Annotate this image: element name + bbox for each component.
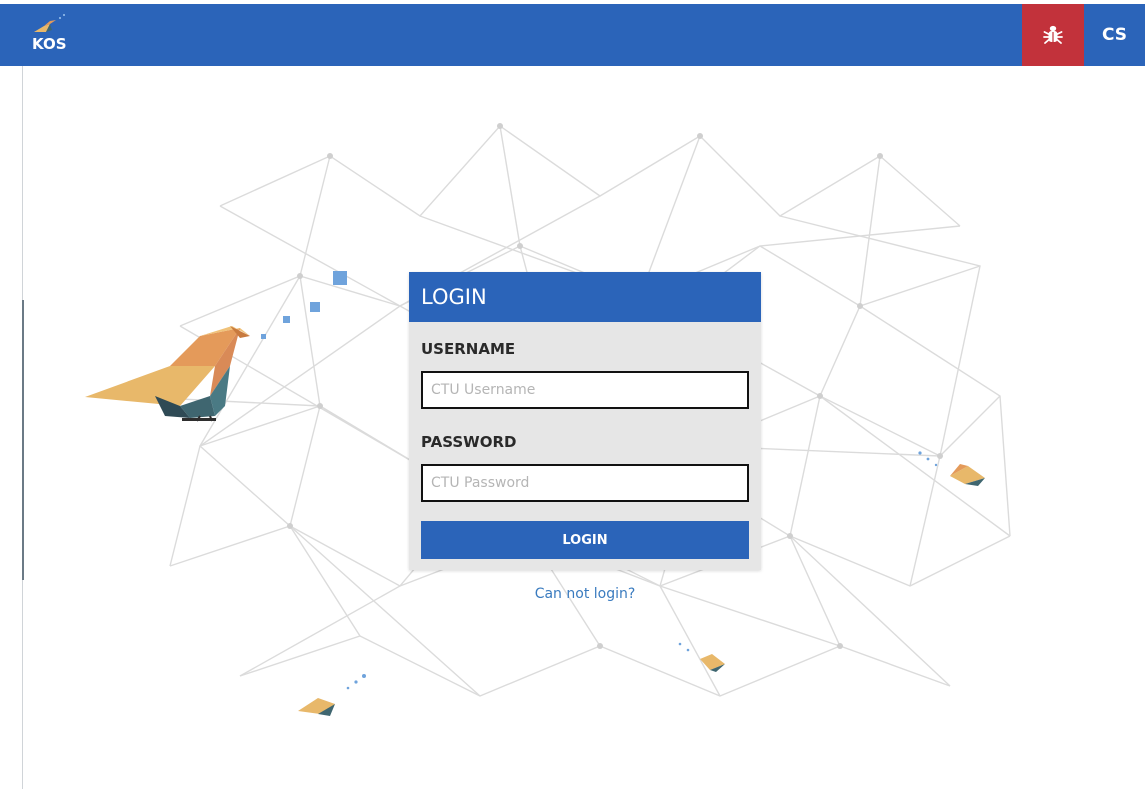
bird-illustration-small-left	[298, 674, 366, 716]
password-input[interactable]	[421, 464, 749, 502]
top-bar: KOS CS	[0, 4, 1145, 66]
bird-logo-icon	[34, 14, 65, 32]
bug-icon	[1043, 25, 1063, 44]
password-label: PASSWORD	[421, 433, 517, 451]
bird-illustration-large	[85, 326, 250, 422]
logo-text: KOS	[32, 35, 67, 53]
kos-logo[interactable]: KOS	[30, 12, 78, 60]
login-title: LOGIN	[421, 285, 487, 309]
login-button[interactable]: LOGIN	[421, 521, 749, 559]
bird-illustration-small-bottom	[678, 642, 725, 672]
username-label: USERNAME	[421, 340, 516, 358]
cannot-login-link[interactable]: Can not login?	[409, 586, 761, 602]
login-card-header: LOGIN	[409, 272, 761, 322]
language-switch-button[interactable]: CS	[1084, 4, 1145, 66]
login-card: LOGIN USERNAME PASSWORD LOGIN	[409, 272, 761, 570]
bird-illustration-small-right	[918, 451, 985, 486]
left-edge-accent	[22, 300, 24, 580]
report-bug-button[interactable]	[1022, 4, 1084, 66]
username-input[interactable]	[421, 371, 749, 409]
